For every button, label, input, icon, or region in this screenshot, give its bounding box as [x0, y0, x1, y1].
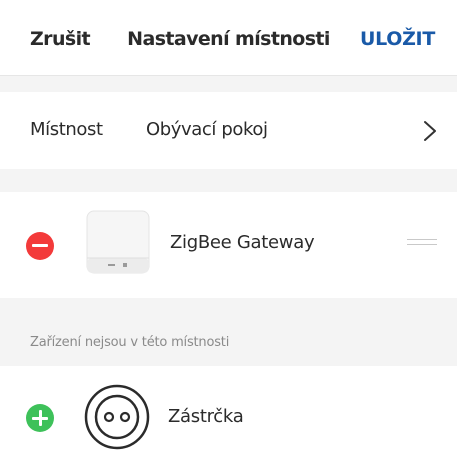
section-header-not-in-room: Zařízení nejsou v této místnosti — [30, 335, 230, 350]
drag-handle-icon[interactable] — [407, 239, 437, 249]
room-selector-row[interactable]: Místnost Obývací pokoj — [0, 92, 457, 169]
gateway-device-icon — [86, 210, 150, 274]
socket-plug-icon — [84, 384, 150, 450]
save-button[interactable]: ULOŽIT — [360, 28, 435, 50]
device-row-not-in-room: Zástrčka — [0, 366, 457, 457]
device-row-in-room: ZigBee Gateway — [0, 192, 457, 298]
add-circle-icon[interactable] — [26, 404, 54, 432]
device-name: Zástrčka — [168, 406, 244, 427]
chevron-right-icon — [424, 121, 436, 141]
cancel-button[interactable]: Zrušit — [30, 28, 91, 50]
device-name: ZigBee Gateway — [170, 232, 315, 253]
room-label: Místnost — [30, 119, 103, 140]
room-value: Obývací pokoj — [146, 119, 268, 140]
remove-circle-icon[interactable] — [26, 232, 54, 260]
top-bar: Nastavení místnosti Zrušit ULOŽIT — [0, 0, 457, 76]
